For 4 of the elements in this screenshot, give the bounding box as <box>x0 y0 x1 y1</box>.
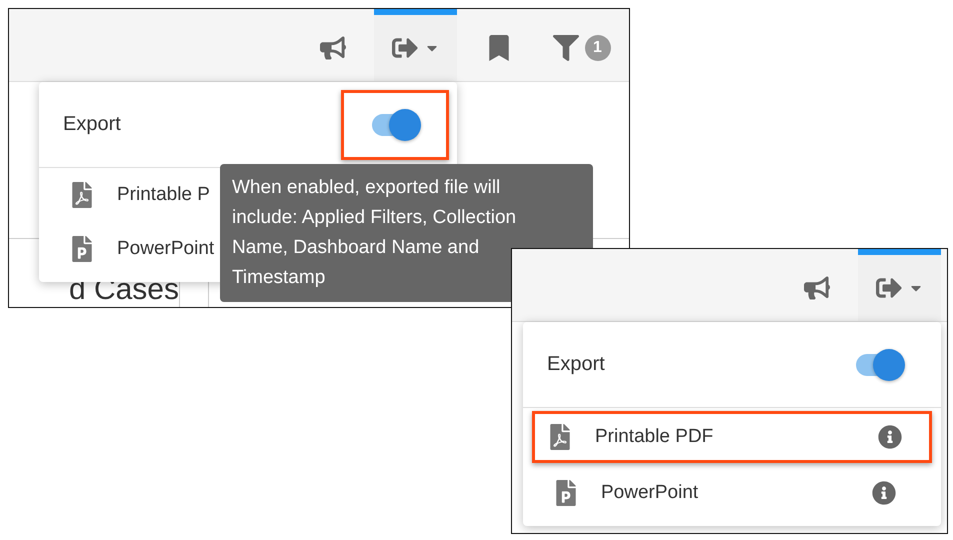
filter-count-badge: 1 <box>584 35 610 61</box>
tooltip: When enabled, exported file will include: Applied Filters, Collection Name, Dashboard Name and Timestamp <box>220 164 593 302</box>
menu-title: Export <box>547 353 605 376</box>
menu-title: Export <box>63 113 121 136</box>
